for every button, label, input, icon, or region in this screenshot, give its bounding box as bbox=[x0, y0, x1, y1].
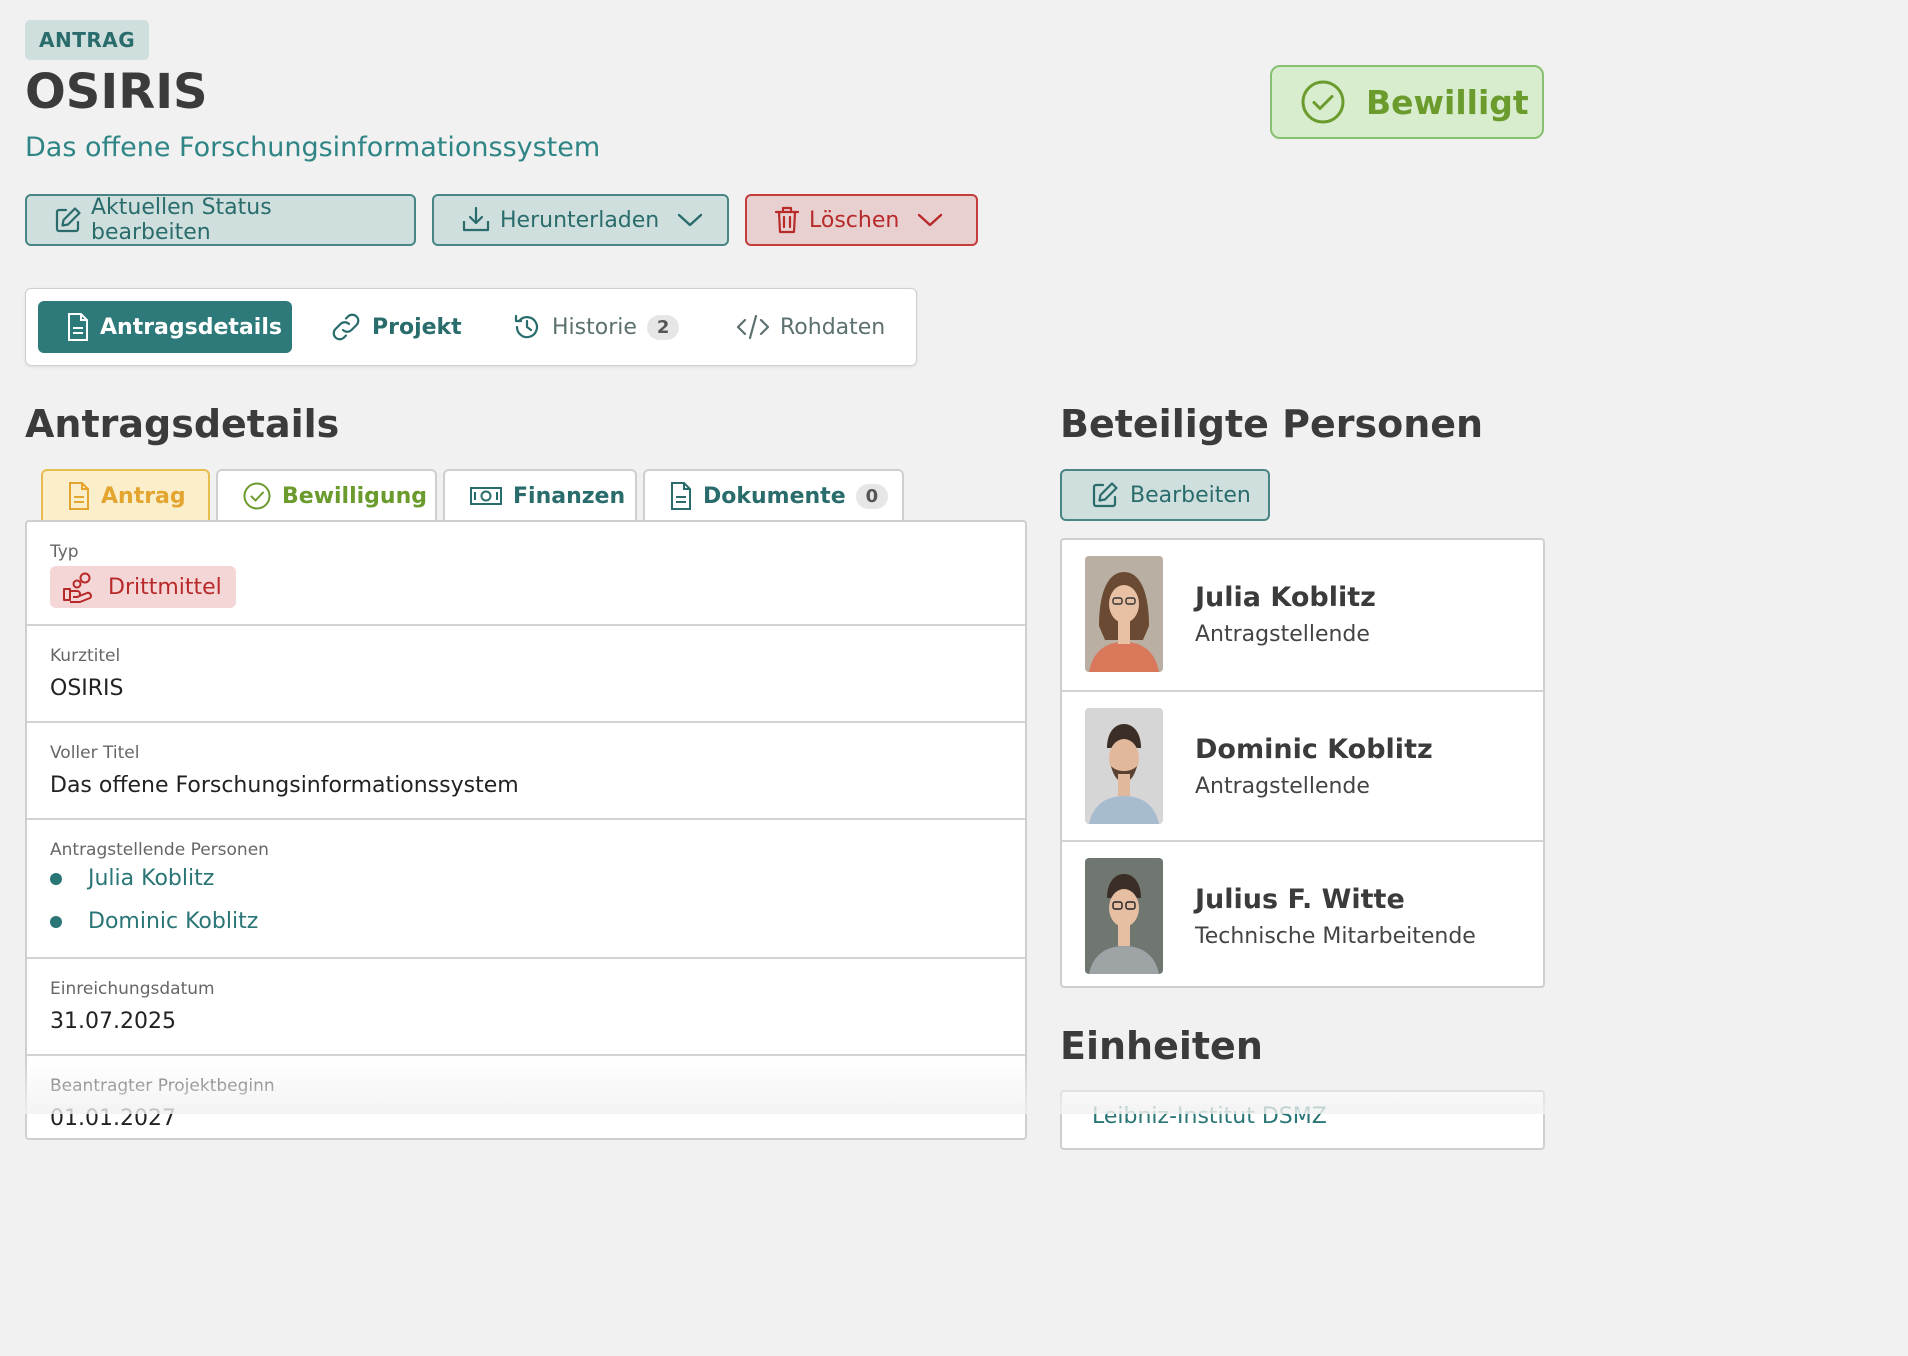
type-chip: Drittmittel bbox=[50, 566, 236, 608]
edit-people-button[interactable]: Bearbeiten bbox=[1060, 469, 1270, 521]
field-value: Das offene Forschungsinformationssystem bbox=[50, 773, 519, 798]
page-subtitle: Das offene Forschungsinformationssystem bbox=[25, 132, 601, 163]
type-badge: ANTRAG bbox=[25, 20, 150, 60]
trash-icon bbox=[773, 205, 801, 235]
field-label: Kurztitel bbox=[50, 646, 121, 666]
field-label: Beantragter Projektbeginn bbox=[50, 1076, 275, 1096]
person-name: Julius F. Witte bbox=[1195, 884, 1405, 915]
field-submission-date: Einreichungsdatum 31.07.2025 bbox=[27, 959, 1025, 1056]
history-count-badge: 2 bbox=[646, 314, 680, 340]
avatar bbox=[1085, 708, 1163, 824]
type-value: Drittmittel bbox=[108, 574, 222, 600]
status-label: Bewilligt bbox=[1366, 82, 1529, 122]
person-row[interactable]: Julius F. Witte Technische Mitarbeitende bbox=[1062, 840, 1543, 986]
link-icon bbox=[330, 312, 362, 342]
field-value: OSIRIS bbox=[50, 676, 124, 701]
documents-count-badge: 0 bbox=[855, 483, 889, 509]
person-row[interactable]: Julia Koblitz Antragstellende bbox=[1062, 540, 1543, 690]
edit-status-button[interactable]: Aktuellen Status bearbeiten bbox=[25, 194, 416, 246]
history-icon bbox=[512, 312, 542, 342]
field-type: Typ Drittmittel bbox=[27, 522, 1025, 626]
applicant-name: Julia Koblitz bbox=[88, 866, 215, 891]
field-label: Typ bbox=[50, 542, 79, 562]
document-icon bbox=[669, 481, 693, 511]
avatar bbox=[1085, 556, 1163, 672]
people-heading: Beteiligte Personen bbox=[1060, 402, 1484, 446]
person-row[interactable]: Dominic Koblitz Antragstellende bbox=[1062, 690, 1543, 840]
field-value: 01.01.2027 bbox=[50, 1106, 176, 1131]
subtab-label: Antrag bbox=[101, 483, 186, 509]
hand-coins-icon bbox=[62, 571, 98, 603]
main-tabbar: Antragsdetails Projekt Historie 2 Rohdat… bbox=[25, 288, 917, 366]
subtab-finanzen[interactable]: Finanzen bbox=[443, 469, 637, 521]
avatar bbox=[1085, 858, 1163, 974]
bullet-dot bbox=[50, 872, 62, 885]
file-icon bbox=[67, 481, 91, 511]
delete-label: Löschen bbox=[809, 207, 900, 233]
subtab-antrag[interactable]: Antrag bbox=[41, 469, 210, 521]
person-role: Antragstellende bbox=[1195, 622, 1370, 647]
subtab-label: Dokumente bbox=[703, 483, 846, 509]
field-project-start: Beantragter Projektbeginn 01.01.2027 bbox=[27, 1056, 1025, 1138]
check-circle-icon bbox=[1300, 79, 1346, 125]
download-icon bbox=[460, 205, 492, 235]
bullet-dot bbox=[50, 915, 62, 928]
tab-label: Antragsdetails bbox=[100, 314, 282, 340]
field-label: Einreichungsdatum bbox=[50, 979, 215, 999]
tab-rohdaten[interactable]: Rohdaten bbox=[722, 301, 899, 353]
edit-icon bbox=[53, 205, 83, 235]
person-role: Technische Mitarbeitende bbox=[1195, 924, 1476, 949]
unit-link[interactable]: Leibniz-Institut DSMZ bbox=[1092, 1104, 1327, 1129]
subtab-dokumente[interactable]: Dokumente 0 bbox=[643, 469, 904, 521]
banknote-icon bbox=[469, 481, 503, 511]
subtab-label: Bewilligung bbox=[282, 483, 427, 509]
file-icon bbox=[66, 312, 90, 342]
tab-antragsdetails[interactable]: Antragsdetails bbox=[38, 301, 292, 353]
chevron-down-icon bbox=[917, 212, 943, 228]
subtab-bewilligung[interactable]: Bewilligung bbox=[216, 469, 437, 521]
field-applicants: Antragstellende Personen Julia Koblitz D… bbox=[27, 820, 1025, 959]
people-card: Julia Koblitz Antragstellende Dominic Ko… bbox=[1060, 538, 1545, 988]
applicant-link[interactable]: Dominic Koblitz bbox=[50, 909, 258, 934]
tab-projekt[interactable]: Projekt bbox=[316, 301, 476, 353]
check-circle-icon bbox=[242, 481, 272, 511]
download-label: Herunterladen bbox=[500, 207, 660, 233]
person-name: Dominic Koblitz bbox=[1195, 734, 1433, 765]
person-role: Antragstellende bbox=[1195, 774, 1370, 799]
units-card: Leibniz-Institut DSMZ bbox=[1060, 1090, 1545, 1150]
chevron-down-icon bbox=[677, 212, 703, 228]
tab-historie[interactable]: Historie 2 bbox=[498, 301, 693, 353]
units-heading: Einheiten bbox=[1060, 1024, 1263, 1068]
tab-label: Historie bbox=[552, 314, 637, 340]
status-badge: Bewilligt bbox=[1270, 65, 1544, 139]
field-short-title: Kurztitel OSIRIS bbox=[27, 626, 1025, 723]
edit-status-label: Aktuellen Status bearbeiten bbox=[91, 195, 272, 245]
tab-label: Rohdaten bbox=[780, 314, 886, 340]
details-heading: Antragsdetails bbox=[25, 402, 340, 446]
code-icon bbox=[736, 312, 770, 342]
edit-icon bbox=[1090, 480, 1120, 510]
delete-button[interactable]: Löschen bbox=[745, 194, 978, 246]
tab-label: Projekt bbox=[372, 314, 462, 340]
download-button[interactable]: Herunterladen bbox=[432, 194, 729, 246]
applicant-link[interactable]: Julia Koblitz bbox=[50, 866, 214, 891]
person-name: Julia Koblitz bbox=[1195, 582, 1376, 613]
field-value: 31.07.2025 bbox=[50, 1009, 176, 1034]
field-full-title: Voller Titel Das offene Forschungsinform… bbox=[27, 723, 1025, 820]
edit-people-label: Bearbeiten bbox=[1130, 482, 1251, 508]
details-card: Typ Drittmittel Kurztitel OSIRIS Voller … bbox=[25, 520, 1027, 1140]
field-label: Antragstellende Personen bbox=[50, 840, 269, 860]
applicant-name: Dominic Koblitz bbox=[88, 909, 259, 934]
page-title: OSIRIS bbox=[25, 64, 208, 120]
subtab-label: Finanzen bbox=[513, 483, 626, 509]
field-label: Voller Titel bbox=[50, 743, 140, 763]
